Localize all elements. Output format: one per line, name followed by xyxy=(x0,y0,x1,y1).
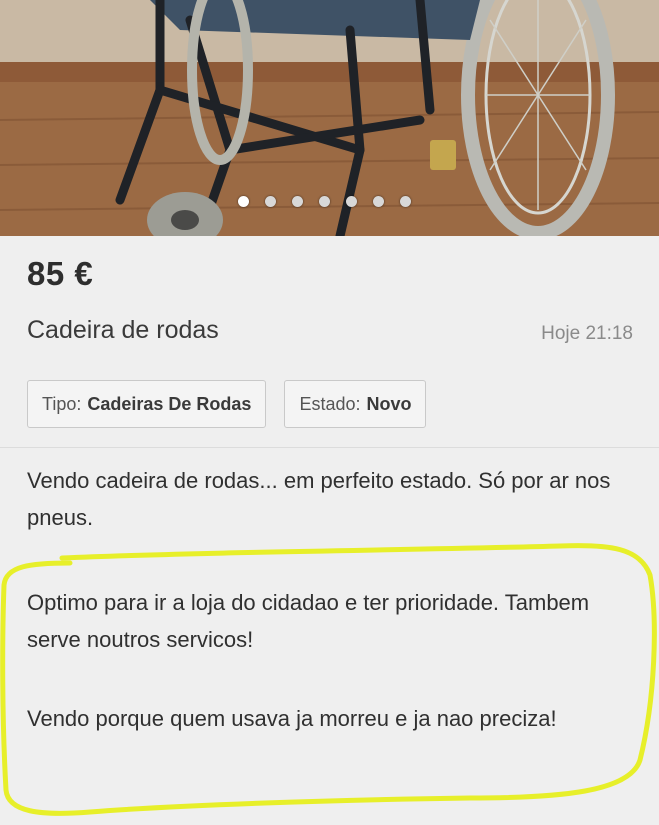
image-pagination[interactable] xyxy=(238,196,411,207)
attribute-value: Novo xyxy=(366,393,412,414)
attribute-tag-estado[interactable]: Estado: Novo xyxy=(284,380,427,428)
listing-title: Cadeira de rodas xyxy=(27,316,219,344)
pagination-dot[interactable] xyxy=(373,196,384,207)
listing-price: 85 € xyxy=(27,255,94,292)
pagination-dot[interactable] xyxy=(319,196,330,207)
section-divider xyxy=(0,447,659,448)
pagination-dot[interactable] xyxy=(265,196,276,207)
description-paragraph: Vendo cadeira de rodas... em perfeito es… xyxy=(27,468,611,530)
pagination-dot[interactable] xyxy=(292,196,303,207)
pagination-dot[interactable] xyxy=(400,196,411,207)
listing-date: Hoje 21:18 xyxy=(541,323,633,344)
attribute-key: Estado: xyxy=(299,393,361,414)
attribute-value: Cadeiras De Rodas xyxy=(87,393,252,414)
description-paragraph: Optimo para ir a loja do cidadao e ter p… xyxy=(27,590,590,652)
attribute-key: Tipo: xyxy=(42,393,82,414)
pagination-dot[interactable] xyxy=(238,196,249,207)
description-paragraph: Vendo porque quem usava ja morreu e ja n… xyxy=(27,706,557,731)
product-photo[interactable] xyxy=(0,0,659,236)
pagination-dot[interactable] xyxy=(346,196,357,207)
attribute-tags: Tipo: Cadeiras De Rodas Estado: Novo xyxy=(27,380,427,428)
attribute-tag-tipo[interactable]: Tipo: Cadeiras De Rodas xyxy=(27,380,267,428)
listing-page: 85 € Cadeira de rodas Hoje 21:18 Tipo: C… xyxy=(0,0,659,825)
